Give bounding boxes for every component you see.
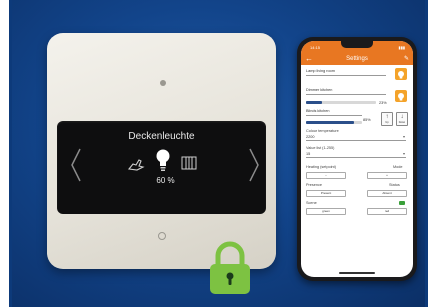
display-value: 60 % — [156, 176, 175, 185]
switch-display: Deckenleuchte 60 % — [57, 121, 266, 214]
presence-button[interactable]: Present — [306, 190, 346, 197]
phone-notch — [341, 41, 373, 48]
status-led-top — [160, 80, 166, 86]
dimmer-name-field[interactable]: Dimmer kitchen — [306, 88, 386, 95]
status-button[interactable]: Absent — [367, 190, 407, 197]
value-list-label: Value list (1-255) — [306, 146, 335, 150]
blinds-slider[interactable] — [306, 121, 362, 124]
hand-icon — [127, 159, 145, 171]
edit-icon[interactable]: ✎ — [404, 55, 409, 62]
up-label: Up — [385, 121, 389, 124]
blinds-name-field[interactable]: Blinds kitchen — [306, 109, 362, 116]
scene-label: Scene — [306, 201, 317, 205]
value-list-select[interactable]: 15 ▾ — [306, 151, 406, 158]
presence-label: Presence — [306, 183, 323, 187]
signal-icon: ▮▮▮ — [398, 45, 405, 50]
blinds-percent: 85% — [363, 118, 371, 122]
smartphone: 14:15 ▮▮▮ ← Settings ✎ Lamp living room … — [297, 37, 417, 281]
app-bar: ← Settings ✎ — [301, 53, 413, 65]
light-bulb-icon — [156, 149, 170, 171]
colour-temp-select[interactable]: 2200 ▾ — [306, 134, 406, 141]
panel-edge-left — [9, 0, 12, 307]
status-ring-bottom — [158, 232, 166, 240]
wall-switch: Deckenleuchte 60 % — [47, 33, 276, 269]
dimmer-slider[interactable] — [306, 101, 376, 104]
scene-toggle[interactable] — [399, 201, 405, 205]
dimmer-percent: 23% — [379, 101, 387, 105]
dimmer-slider-fill — [306, 101, 323, 104]
heating-minus-button[interactable]: – — [306, 172, 346, 179]
heater-icon — [181, 156, 197, 170]
app-title: Settings — [346, 56, 368, 62]
display-title: Deckenleuchte — [128, 131, 195, 142]
blinds-down-button[interactable]: ↓ Down — [396, 112, 408, 126]
heating-plus-button[interactable]: + — [367, 172, 407, 179]
colour-temp-label: Colour temperature — [306, 129, 339, 133]
value-list-value: 15 — [306, 152, 311, 156]
lamp-bulb-button[interactable] — [395, 68, 407, 80]
scene-red-button[interactable]: red — [367, 208, 407, 215]
status-label: Status — [389, 183, 400, 187]
blinds-slider-fill — [306, 121, 354, 124]
down-label: Down — [398, 121, 406, 124]
blinds-up-button[interactable]: ↑ Up — [381, 112, 393, 126]
panel-edge-right — [425, 0, 428, 307]
light-bulb-icon — [398, 71, 404, 79]
home-indicator[interactable] — [339, 272, 375, 274]
light-bulb-icon — [398, 93, 404, 101]
phone-screen: 14:15 ▮▮▮ ← Settings ✎ Lamp living room … — [301, 41, 413, 277]
chevron-down-icon: ▾ — [402, 134, 405, 139]
padlock-icon — [210, 241, 250, 294]
scene-green-button[interactable]: green — [306, 208, 346, 215]
mode-label: Mode — [393, 165, 403, 169]
colour-temp-value: 2200 — [306, 135, 315, 139]
status-time: 14:15 — [310, 45, 321, 50]
dimmer-bulb-button[interactable] — [395, 90, 407, 102]
heating-label: Heating (setpoint) — [306, 165, 336, 169]
chevron-down-icon: ▾ — [402, 151, 405, 156]
lamp-name-field[interactable]: Lamp living room — [306, 69, 386, 76]
